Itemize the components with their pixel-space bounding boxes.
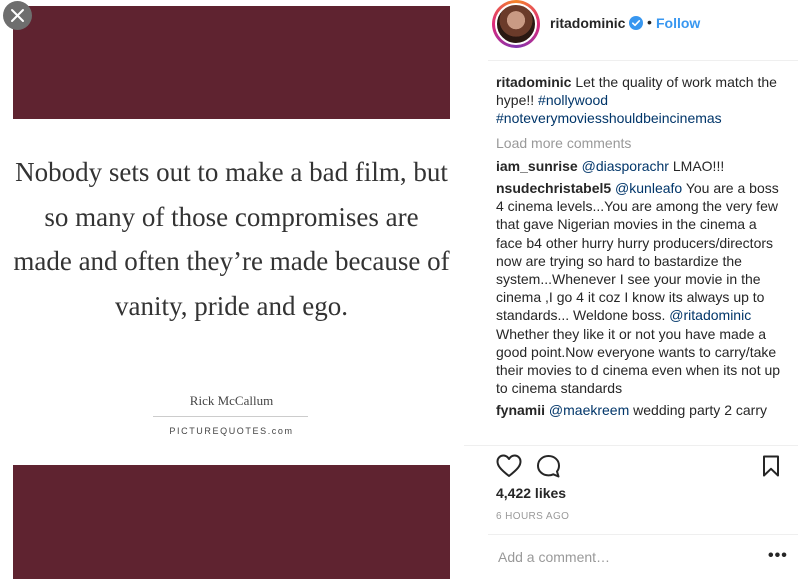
image-bottom-band — [13, 465, 450, 579]
quote-divider — [153, 416, 308, 417]
comment-item: nsudechristabel5 @kunleafo You are a bos… — [496, 179, 786, 397]
post-header: ritadominic • Follow — [464, 0, 798, 60]
mention-link[interactable]: @maekreem — [549, 402, 629, 418]
comment-item: fynamii @maekreem wedding party 2 carry — [496, 401, 786, 419]
header-divider — [488, 60, 798, 61]
caption: ritadominic Let the quality of work matc… — [496, 73, 786, 128]
comment-username[interactable]: iam_sunrise — [496, 158, 578, 174]
bookmark-icon[interactable] — [762, 455, 780, 477]
comment-username[interactable]: fynamii — [496, 402, 545, 418]
avatar-ring[interactable] — [492, 0, 540, 48]
follow-button[interactable]: Follow — [656, 15, 700, 31]
action-bar — [464, 445, 798, 485]
quote-site-watermark: PICTUREQUOTES.com — [169, 426, 294, 436]
mention-link[interactable]: @ritadominic — [669, 307, 751, 323]
quote-author: Rick McCallum — [189, 393, 274, 408]
comments-list: ritadominic Let the quality of work matc… — [496, 73, 786, 424]
more-icon[interactable]: ••• — [768, 547, 788, 565]
avatar[interactable] — [495, 3, 537, 45]
comment-icon[interactable] — [536, 454, 561, 479]
verified-icon — [629, 16, 643, 30]
post-timestamp: 6 HOURS AGO — [496, 511, 570, 522]
close-button[interactable] — [3, 1, 32, 30]
header-separator: • — [647, 14, 652, 30]
mention-link[interactable]: @diasporachr — [582, 158, 669, 174]
comment-item: iam_sunrise @diasporachr LMAO!!! — [496, 157, 786, 175]
caption-username[interactable]: ritadominic — [496, 74, 571, 90]
comment-username[interactable]: nsudechristabel5 — [496, 180, 611, 196]
quote-text: Nobody sets out to make a bad film, but … — [13, 157, 450, 321]
heart-icon[interactable] — [496, 454, 522, 478]
likes-count[interactable]: 4,422 likes — [496, 485, 566, 501]
comment-text: You are a boss 4 cinema levels...You are… — [496, 180, 779, 324]
image-top-band — [13, 6, 450, 119]
post-sidebar: ritadominic • Follow ritadominic Let the… — [464, 0, 798, 579]
add-comment-bar: ••• — [488, 534, 798, 579]
header-username[interactable]: ritadominic — [550, 15, 625, 31]
post-image: Nobody sets out to make a bad film, but … — [0, 0, 464, 579]
comment-text: Whether they like it or not you have mad… — [496, 325, 781, 397]
add-comment-input[interactable] — [498, 549, 748, 565]
hashtag-link[interactable]: #nollywood — [538, 92, 608, 108]
close-icon — [11, 9, 24, 22]
comment-text: wedding party 2 carry — [633, 402, 767, 419]
load-more-comments-link[interactable]: Load more comments — [496, 134, 786, 152]
hashtag-link[interactable]: #noteverymoviesshouldbeincinemas — [496, 110, 722, 126]
mention-link[interactable]: @kunleafo — [615, 180, 682, 196]
comment-text: LMAO!!! — [672, 157, 725, 174]
